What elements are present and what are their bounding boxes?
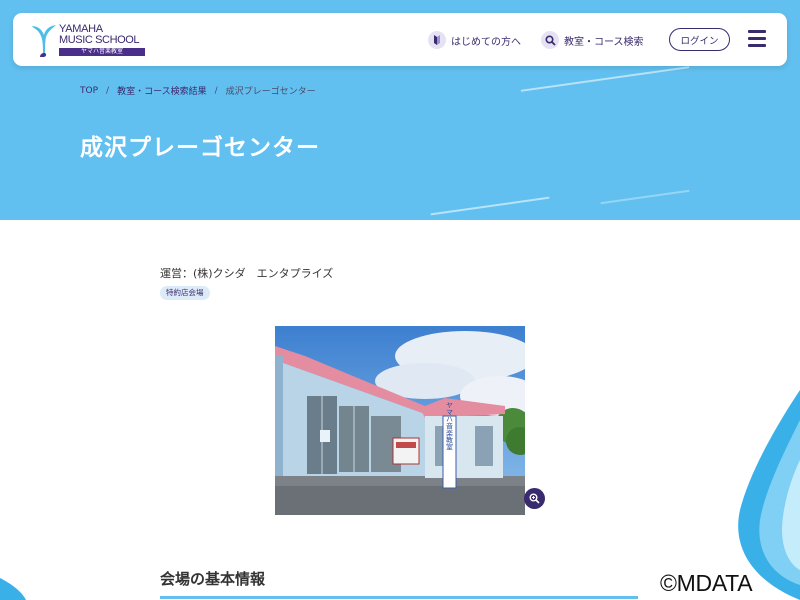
- venue-photo[interactable]: ヤマハ音楽教室: [275, 326, 525, 515]
- operator-text: 運営：(株)クシダ エンタプライズ: [160, 267, 334, 280]
- logo-subtitle: ヤマハ音楽教室: [59, 48, 145, 56]
- breadcrumb-link-search-results[interactable]: 教室・コース検索結果: [117, 84, 207, 97]
- nav-beginner-label: はじめての方へ: [451, 36, 521, 48]
- nav-class-search-label: 教室・コース検索: [564, 36, 644, 48]
- nav-beginner-link[interactable]: はじめての方へ: [428, 31, 521, 49]
- decorative-streak: [600, 189, 690, 205]
- yamaha-music-school-logo[interactable]: YAMAHA MUSIC SCHOOL ヤマハ音楽教室: [31, 23, 146, 57]
- decorative-wave-graphic: [738, 390, 800, 600]
- decorative-streak: [430, 196, 550, 216]
- logo-text-music-school: MUSIC SCHOOL: [59, 34, 140, 46]
- breadcrumb-link-top[interactable]: TOP: [80, 86, 98, 96]
- decorative-streak: [520, 66, 690, 92]
- zoom-in-icon: [529, 493, 540, 504]
- venue-type-badge: 特約店会場: [160, 286, 210, 300]
- page-title: 成沢プレーゴセンター: [80, 135, 320, 161]
- site-header: YAMAHA MUSIC SCHOOL ヤマハ音楽教室 はじめての方へ 教室・コ…: [13, 13, 787, 66]
- breadcrumb-current: 成沢プレーゴセンター: [225, 87, 316, 97]
- photo-sign-text: ヤマハ音楽教室: [446, 402, 454, 451]
- zoom-in-button[interactable]: [524, 488, 545, 509]
- breadcrumb-separator: /: [214, 85, 218, 96]
- copyright-watermark: ©MDATA: [660, 570, 753, 596]
- venue-photo-illustration: ヤマハ音楽教室: [275, 326, 525, 515]
- login-button[interactable]: ログイン: [669, 28, 730, 51]
- section-title-basic-info: 会場の基本情報: [160, 570, 266, 588]
- hamburger-menu-icon[interactable]: [748, 30, 766, 48]
- nav-class-search-link[interactable]: 教室・コース検索: [541, 31, 644, 49]
- sprout-logo-icon: [32, 25, 56, 57]
- breadcrumb: TOP / 教室・コース検索結果 / 成沢プレーゴセンター: [80, 84, 316, 98]
- search-icon: [541, 31, 559, 49]
- section-divider: [160, 596, 638, 599]
- breadcrumb-separator: /: [106, 85, 110, 96]
- beginner-icon: [428, 31, 446, 49]
- decorative-corner-graphic: [0, 578, 26, 600]
